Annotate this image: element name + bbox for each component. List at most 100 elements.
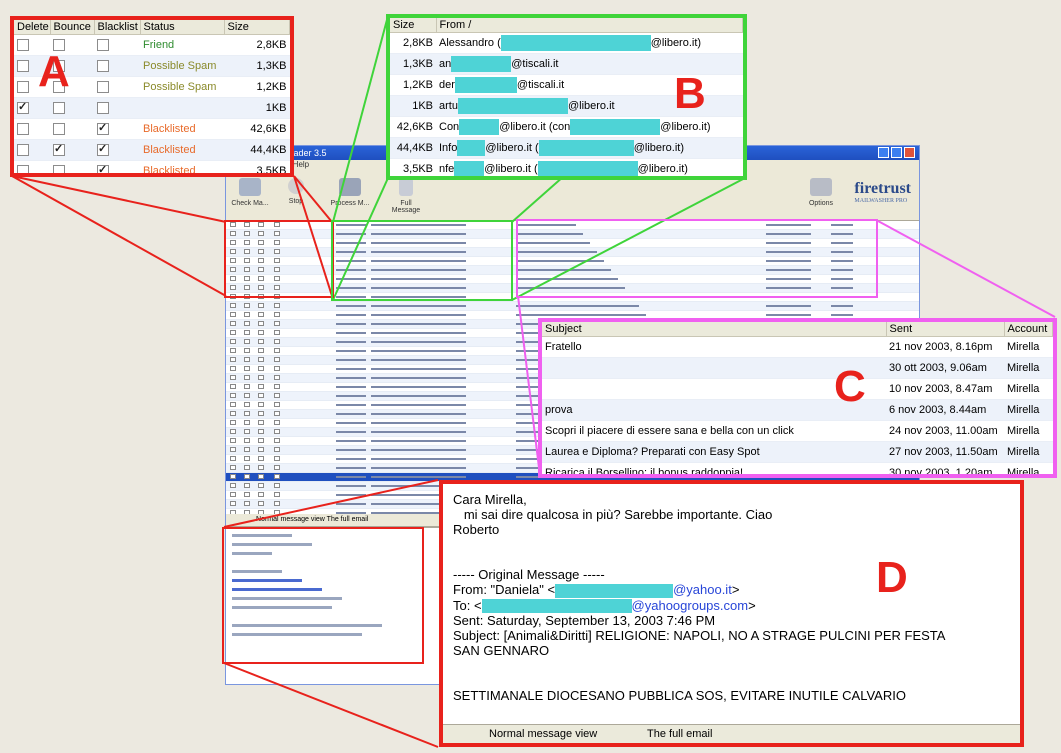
msg-line1: mi sai dire qualcosa in più? Sarebbe imp… bbox=[453, 507, 773, 522]
table-row[interactable]: 42,6KB Con @libero.it (con @libero.it) bbox=[390, 116, 743, 138]
msg-subject-1: Subject: [Animali&Diritti] RELIGIONE: NA… bbox=[453, 628, 946, 644]
label-b: B bbox=[674, 69, 706, 118]
table-row[interactable]: Blacklisted3,5KB bbox=[14, 160, 290, 173]
col-subject[interactable]: Subject bbox=[542, 322, 887, 337]
message-view-tabs: Normal message view The full email bbox=[443, 724, 1020, 743]
sent-cell: 24 nov 2003, 11.00am bbox=[886, 420, 1004, 442]
table-row[interactable]: Scopri il piacere di essere sana e bella… bbox=[542, 420, 1053, 442]
subject-table: Subject Sent Account Fratello 21 nov 2003… bbox=[542, 322, 1053, 474]
sent-cell: 21 nov 2003, 8.16pm bbox=[886, 336, 1004, 358]
msg-to: To: < @yahoogroups.com> bbox=[453, 597, 756, 614]
msg-to-label: To: < bbox=[453, 597, 482, 613]
col-size[interactable]: Size bbox=[224, 20, 290, 35]
delete-cell bbox=[14, 160, 50, 173]
col-blacklist[interactable]: Blacklist bbox=[94, 20, 141, 35]
bounce-checkbox[interactable] bbox=[53, 123, 65, 136]
blacklist-checkbox[interactable] bbox=[97, 39, 109, 52]
col-sent[interactable]: Sent bbox=[886, 322, 1005, 337]
status-cell: Blacklisted bbox=[140, 139, 224, 161]
from-suffix: @libero.it) bbox=[650, 36, 702, 49]
redacted-block bbox=[570, 119, 661, 135]
delete-checkbox[interactable] bbox=[17, 81, 29, 94]
from-prefix: nfe bbox=[439, 162, 455, 175]
table-row[interactable]: prova 6 nov 2003, 8.44am Mirella bbox=[542, 399, 1053, 421]
from-prefix: Info bbox=[439, 141, 458, 154]
col-from[interactable]: From / bbox=[436, 18, 743, 33]
blacklist-checkbox[interactable] bbox=[97, 121, 109, 136]
delete-checkbox[interactable] bbox=[17, 60, 29, 73]
delete-checkbox[interactable] bbox=[17, 165, 29, 173]
bounce-checkbox[interactable] bbox=[53, 165, 65, 173]
msg-original-header: ----- Original Message ----- bbox=[453, 567, 605, 582]
bounce-checkbox[interactable] bbox=[53, 142, 65, 157]
msg-from-label: From: "Daniela" < bbox=[453, 582, 556, 597]
size-cell: 1KB bbox=[224, 97, 290, 119]
from-suffix-2: @libero.it) bbox=[660, 120, 711, 133]
connector-c-2 bbox=[517, 295, 541, 477]
status-cell bbox=[140, 97, 224, 119]
table-row[interactable]: Fratello 21 nov 2003, 8.16pm Mirella bbox=[542, 336, 1053, 358]
callout-panel-a: Delete Bounce Blacklist Status Size Frie… bbox=[10, 16, 294, 177]
tab-normal-message-view[interactable]: Normal message view bbox=[489, 725, 597, 743]
col-account[interactable]: Account bbox=[1004, 322, 1053, 337]
msg-to-domain[interactable]: @yahoogroups.com bbox=[632, 598, 749, 613]
msg-greeting: Cara Mirella, bbox=[453, 492, 527, 507]
table-row[interactable]: Blacklisted42,6KB bbox=[14, 118, 290, 140]
blacklist-cell bbox=[94, 160, 140, 173]
delete-checkbox[interactable] bbox=[17, 123, 29, 136]
status-table: Delete Bounce Blacklist Status Size Frie… bbox=[14, 20, 290, 173]
redacted-block bbox=[451, 56, 512, 72]
table-row[interactable]: 44,4KB Info @libero.it (@libero.it) bbox=[390, 137, 743, 159]
from-prefix: Con bbox=[439, 120, 460, 133]
connector-a-1 bbox=[11, 175, 227, 223]
col-status[interactable]: Status bbox=[140, 20, 225, 35]
size-cell: 3,5KB bbox=[390, 158, 436, 176]
account-cell: Mirella bbox=[1004, 399, 1053, 421]
label-a: A bbox=[38, 47, 70, 96]
from-prefix: artu bbox=[439, 99, 458, 112]
col-size-b[interactable]: Size bbox=[390, 18, 437, 33]
bounce-cell bbox=[50, 160, 94, 173]
table-row[interactable]: 2,8KB Alessandro (@libero.it) bbox=[390, 32, 743, 54]
table-row[interactable]: 1KB bbox=[14, 97, 290, 119]
status-cell: Blacklisted bbox=[140, 118, 224, 140]
blacklist-checkbox[interactable] bbox=[97, 142, 109, 157]
blacklist-cell bbox=[94, 139, 140, 161]
col-delete[interactable]: Delete bbox=[14, 20, 51, 35]
blacklist-checkbox[interactable] bbox=[97, 163, 109, 173]
subject-cell: Laurea e Diploma? Preparati con Easy Spo… bbox=[542, 441, 886, 463]
blacklist-cell bbox=[94, 34, 140, 56]
status-cell: Blacklisted bbox=[140, 160, 224, 173]
msg-from-domain[interactable]: @yahoo.it bbox=[673, 582, 732, 597]
bounce-checkbox[interactable] bbox=[53, 102, 65, 115]
delete-checkbox[interactable] bbox=[17, 39, 29, 52]
from-cell: Alessandro (@libero.it) bbox=[436, 32, 743, 54]
subject-cell: Scopri il piacere di essere sana e bella… bbox=[542, 420, 886, 442]
table-row[interactable]: Laurea e Diploma? Preparati con Easy Spo… bbox=[542, 441, 1053, 463]
msg-signature: Roberto bbox=[453, 522, 500, 537]
sort-indicator-icon: / bbox=[468, 19, 472, 31]
table-row[interactable]: Ricarica il Borsellino: il bonus raddopp… bbox=[542, 462, 1053, 474]
delete-checkbox[interactable] bbox=[17, 144, 29, 157]
from-suffix: @libero.it (con bbox=[499, 120, 571, 133]
blacklist-checkbox[interactable] bbox=[97, 60, 109, 73]
blacklist-cell bbox=[94, 97, 140, 119]
subject-cell: Ricarica il Borsellino: il bonus raddopp… bbox=[542, 462, 886, 474]
table-row[interactable]: 30 ott 2003, 9.06am Mirella bbox=[542, 357, 1053, 379]
blacklist-cell bbox=[94, 55, 140, 77]
blacklist-checkbox[interactable] bbox=[97, 81, 109, 94]
from-cell: nfe @libero.it (@libero.it) bbox=[436, 158, 743, 176]
delete-checkbox[interactable] bbox=[17, 100, 29, 115]
subject-table-body: Fratello 21 nov 2003, 8.16pm Mirella 30 ott… bbox=[542, 336, 1053, 474]
status-cell: Friend bbox=[140, 34, 224, 56]
col-bounce[interactable]: Bounce bbox=[50, 20, 95, 35]
size-cell: 42,6KB bbox=[224, 118, 290, 140]
table-row[interactable]: 10 nov 2003, 8.47am Mirella bbox=[542, 378, 1053, 400]
connector-a-3 bbox=[11, 175, 227, 297]
redacted-block bbox=[500, 35, 651, 51]
blacklist-checkbox[interactable] bbox=[97, 102, 109, 115]
table-row[interactable]: Blacklisted44,4KB bbox=[14, 139, 290, 161]
tab-full-email[interactable]: The full email bbox=[647, 725, 712, 743]
msg-subject-2: SAN GENNARO bbox=[453, 643, 550, 659]
table-row[interactable]: 3,5KB nfe @libero.it (@libero.it) bbox=[390, 158, 743, 176]
